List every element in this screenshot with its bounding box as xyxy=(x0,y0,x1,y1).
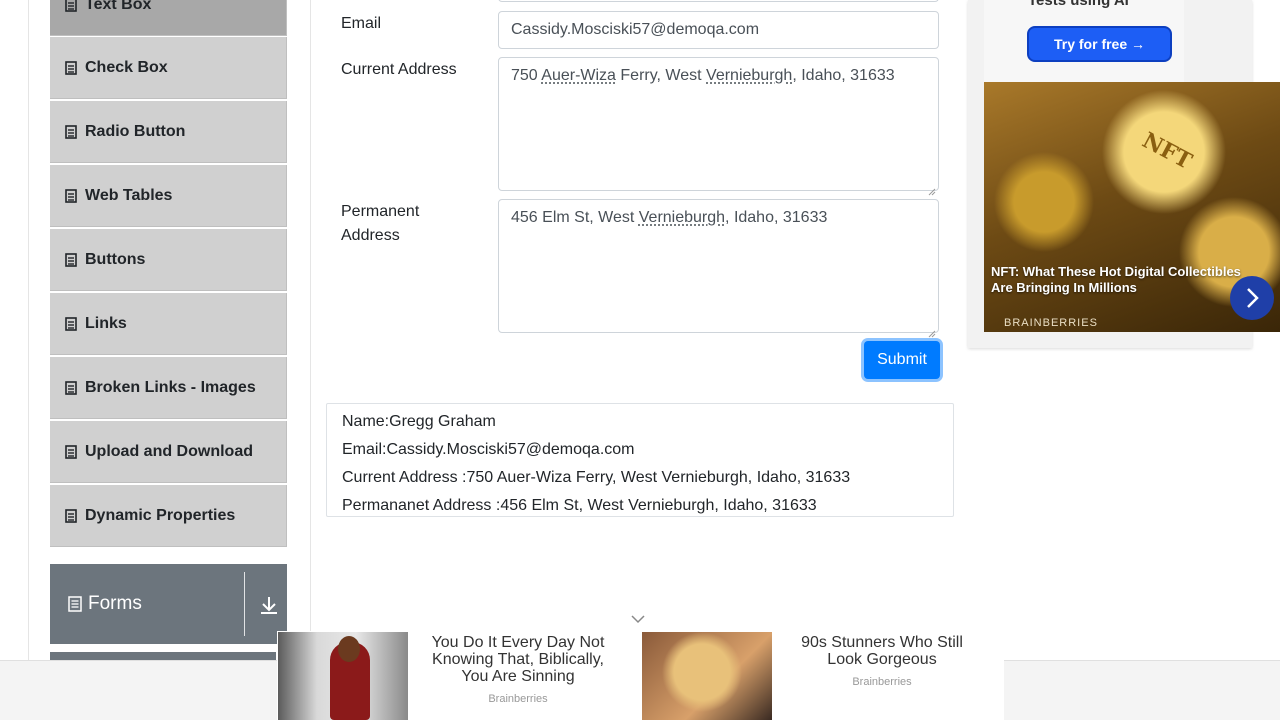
nft-ad-title[interactable]: NFT: What These Hot Digital Collectibles… xyxy=(991,264,1241,296)
sidebar-item-label: Text Box xyxy=(85,0,152,13)
ad-top-text: Tests using AI xyxy=(1028,0,1129,9)
resize-grip-icon[interactable] xyxy=(928,322,936,338)
bottom-ad-source-1: Brainberries xyxy=(488,693,548,705)
group-separator xyxy=(244,572,245,636)
sidebar-item-label: Broken Links - Images xyxy=(85,378,256,396)
sidebar-item-label: Buttons xyxy=(85,250,146,268)
permanent-address-label-line: Address xyxy=(341,227,400,244)
sidebar-item-check-box[interactable]: Check Box xyxy=(50,37,287,99)
ad-figure-head xyxy=(338,636,360,662)
list-icon xyxy=(65,188,79,203)
output-current-address: Current Address :750 Auer-Wiza Ferry, We… xyxy=(342,469,851,486)
output-email: Email:Cassidy.Mosciski57@demoqa.com xyxy=(342,441,635,458)
spellcheck-word: Vernieburgh xyxy=(706,67,793,84)
sidebar-right-border xyxy=(310,0,311,720)
coin-text: NFT xyxy=(1137,127,1197,175)
sidebar-item-web-tables[interactable]: Web Tables xyxy=(50,165,287,227)
group-header-label: Forms xyxy=(88,593,142,614)
list-icon xyxy=(65,252,79,267)
nft-ad-source: BRAINBERRIES xyxy=(1004,317,1098,329)
email-field[interactable]: Cassidy.Mosciski57@demoqa.com xyxy=(498,11,939,49)
sidebar-item-label: Upload and Download xyxy=(85,442,253,460)
group-header-forms[interactable]: Forms xyxy=(50,564,287,644)
list-icon xyxy=(65,124,79,139)
spellcheck-word: Vernieburgh xyxy=(638,209,726,226)
permanent-address-text: 456 Elm St, West xyxy=(511,209,639,226)
current-address-text: 750 xyxy=(511,67,542,84)
sidebar-item-dynamic-properties[interactable]: Dynamic Properties xyxy=(50,485,287,547)
list-icon xyxy=(65,444,79,459)
chevron-down-icon[interactable] xyxy=(630,612,646,624)
permanent-address-label: Permanent Address xyxy=(341,200,419,248)
sidebar-item-upload-download[interactable]: Upload and Download xyxy=(50,421,287,483)
list-icon xyxy=(65,0,79,12)
permanent-address-textarea[interactable]: 456 Elm St, West Vernieburgh, Idaho, 316… xyxy=(498,199,939,338)
output-panel: Name:Gregg Graham Email:Cassidy.Mosciski… xyxy=(326,403,954,517)
current-address-textarea[interactable]: 750 Auer-Wiza Ferry, West Vernieburgh, I… xyxy=(498,57,939,196)
current-address-text: , Idaho, 31633 xyxy=(792,67,895,84)
email-label: Email xyxy=(341,15,382,32)
ad-banner-top: Tests using AI Try for free → xyxy=(984,0,1184,82)
sidebar-item-radio-button[interactable]: Radio Button xyxy=(50,101,287,163)
current-address-label: Current Address xyxy=(341,61,457,78)
list-icon xyxy=(65,380,79,395)
sidebar-item-label: Dynamic Properties xyxy=(85,506,236,524)
submit-button[interactable]: Submit xyxy=(864,341,940,379)
bottom-ad-title-2[interactable]: 90s Stunners Who Still Look Gorgeous xyxy=(782,634,982,668)
sidebar-item-label: Web Tables xyxy=(85,186,173,204)
sidebar-left-border xyxy=(28,0,29,720)
ad-image-portrait[interactable] xyxy=(642,632,772,720)
sidebar-item-label: Links xyxy=(85,314,127,332)
chevron-right-icon[interactable] xyxy=(1230,276,1274,320)
current-address-text: Ferry, West xyxy=(615,67,707,84)
list-icon xyxy=(65,60,79,75)
permanent-address-label-line: Permanent xyxy=(341,203,420,220)
bottom-ad-source-2: Brainberries xyxy=(852,676,912,688)
list-icon xyxy=(65,316,79,331)
download-arrow-icon[interactable] xyxy=(258,594,280,616)
document-icon xyxy=(68,596,82,612)
resize-grip-icon[interactable] xyxy=(928,180,936,196)
sidebar-item-broken-links[interactable]: Broken Links - Images xyxy=(50,357,287,419)
bottom-ad-title-1[interactable]: You Do It Every Day Not Knowing That, Bi… xyxy=(418,634,618,685)
output-permanent-address: Permananet Address :456 Elm St, West Ver… xyxy=(342,497,817,514)
ad-image-woman[interactable] xyxy=(278,632,408,720)
sidebar-item-label: Radio Button xyxy=(85,122,186,140)
sidebar-item-text-box[interactable]: Text Box xyxy=(50,0,287,36)
try-for-free-button[interactable]: Try for free → xyxy=(1027,26,1172,62)
spellcheck-word: Auer-Wiza xyxy=(541,67,616,84)
sidebar-item-buttons[interactable]: Buttons xyxy=(50,229,287,291)
list-icon xyxy=(65,508,79,523)
permanent-address-text: , Idaho, 31633 xyxy=(725,209,828,226)
name-field-partial[interactable] xyxy=(498,0,939,2)
output-name: Name:Gregg Graham xyxy=(342,413,496,430)
sidebar-item-label: Check Box xyxy=(85,58,168,76)
sidebar-item-links[interactable]: Links xyxy=(50,293,287,355)
